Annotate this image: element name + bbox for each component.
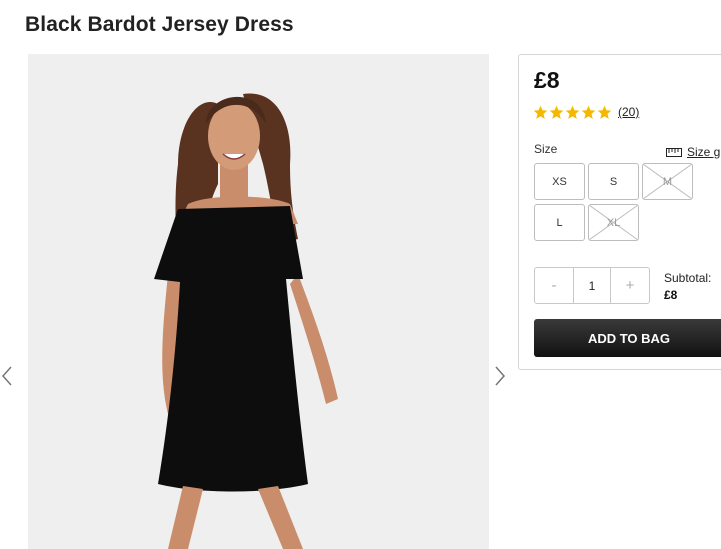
size-guide-link[interactable]: Size g (666, 145, 720, 159)
product-page: Black Bardot Jersey Dress £8 (20) Size S… (0, 0, 721, 549)
star-icon (549, 105, 564, 119)
previous-image-arrow-icon[interactable] (0, 365, 14, 387)
size-option-m[interactable]: M (642, 163, 693, 200)
quantity-stepper: - 1 + (534, 267, 650, 304)
quantity-increase-button[interactable]: + (611, 268, 649, 303)
product-image[interactable] (28, 54, 489, 549)
size-label: Size (534, 142, 558, 156)
size-option-label: XL (606, 216, 621, 229)
purchase-panel: £8 (20) Size Size g XS S M L XL - 1 + Su… (518, 54, 721, 370)
size-option-label: L (556, 216, 563, 229)
quantity-decrease-button[interactable]: - (535, 268, 573, 303)
size-option-l[interactable]: L (534, 204, 585, 241)
size-option-label: S (609, 175, 618, 188)
size-guide-label: Size g (687, 145, 721, 159)
star-icon (565, 105, 580, 119)
review-count-link[interactable]: (20) (618, 105, 639, 119)
size-option-xl[interactable]: XL (588, 204, 639, 241)
ruler-icon (666, 147, 682, 157)
add-to-bag-button[interactable]: ADD TO BAG (534, 319, 721, 357)
quantity-input[interactable]: 1 (573, 268, 611, 303)
star-icon (597, 105, 612, 119)
next-image-arrow-icon[interactable] (493, 365, 507, 387)
size-option-xs[interactable]: XS (534, 163, 585, 200)
star-icon (533, 105, 548, 119)
size-option-s[interactable]: S (588, 163, 639, 200)
product-title: Black Bardot Jersey Dress (25, 13, 294, 36)
star-icon (581, 105, 596, 119)
product-price: £8 (534, 67, 560, 93)
size-option-label: XS (552, 175, 567, 188)
subtotal-value: £8 (664, 288, 678, 302)
subtotal-label: Subtotal: (664, 271, 712, 285)
size-option-label: M (662, 175, 673, 188)
rating-stars (533, 105, 613, 120)
